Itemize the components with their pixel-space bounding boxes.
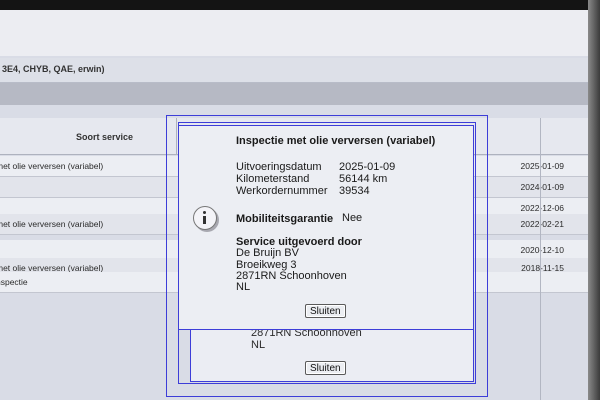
app-header xyxy=(0,10,588,56)
close-button[interactable]: Sluiten xyxy=(305,304,346,318)
work-order-label: Werkordernummer xyxy=(236,185,328,197)
work-order-value: 39534 xyxy=(339,185,370,197)
back-dialog-country: NL xyxy=(251,339,266,351)
row-service: met olie verversen (variabel) xyxy=(0,219,104,229)
back-dialog-close-button[interactable]: Sluiten xyxy=(305,361,346,375)
mobility-guarantee-label: Mobiliteitsgarantie xyxy=(236,213,334,225)
vehicle-info-bar: 3E4, CHYB, QAE, erwin) xyxy=(0,58,588,83)
service-detail-dialog: Inspectie met olie verversen (variabel) … xyxy=(178,125,474,330)
info-icon xyxy=(193,206,217,230)
row-date: 2022-02-21 xyxy=(520,219,564,229)
column-divider xyxy=(540,118,541,400)
row-date: 2022-12-06 xyxy=(520,203,564,213)
toolbar-strip xyxy=(0,83,588,105)
mobility-guarantee-value: Nee xyxy=(342,212,363,224)
date-label: Uitvoeringsdatum xyxy=(236,161,322,173)
row-date: 2020-12-10 xyxy=(520,245,564,255)
mileage-label: Kilometerstand xyxy=(236,173,310,185)
mileage-value: 56144 km xyxy=(339,173,388,185)
column-header-service[interactable]: Soort service xyxy=(76,132,133,142)
date-value: 2025-01-09 xyxy=(339,161,396,173)
vehicle-info-text: 3E4, CHYB, QAE, erwin) xyxy=(2,64,105,74)
monitor-bezel-top xyxy=(0,0,600,10)
dealer-country: NL xyxy=(236,281,251,293)
monitor-bezel-right xyxy=(588,0,600,400)
row-service: nspectie xyxy=(0,277,28,287)
row-date: 2025-01-09 xyxy=(520,161,564,171)
row-service: met olie verversen (variabel) xyxy=(0,161,104,171)
screen: 3E4, CHYB, QAE, erwin) Soort service met… xyxy=(0,10,588,400)
row-date: 2024-01-09 xyxy=(520,182,564,192)
dealer-city: 2871RN Schoonhoven xyxy=(236,270,347,282)
dealer-name: De Bruijn BV xyxy=(236,247,299,259)
dialog-title: Inspectie met olie verversen (variabel) xyxy=(236,135,436,147)
